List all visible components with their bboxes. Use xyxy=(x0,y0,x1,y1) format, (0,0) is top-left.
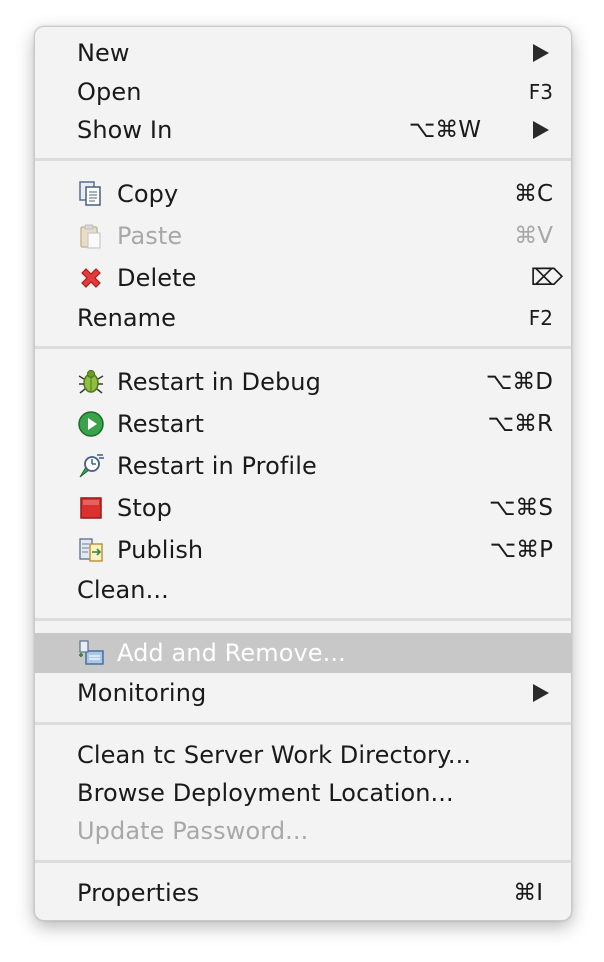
menu-item-publish[interactable]: Publish ⌥⌘P xyxy=(35,530,571,570)
shortcut-label: ⌘I xyxy=(513,880,543,906)
menu-separator xyxy=(35,860,571,863)
delete-icon xyxy=(77,264,105,292)
menu-item-label: Rename xyxy=(77,304,177,332)
menu-item-label: Paste xyxy=(117,222,183,250)
menu-item-paste: Paste ⌘V xyxy=(35,216,571,256)
menu-item-label: Browse Deployment Location... xyxy=(77,779,454,807)
menu-item-properties[interactable]: Properties ⌘I xyxy=(35,873,571,913)
menu-item-browse-deployment[interactable]: Browse Deployment Location... xyxy=(35,773,571,813)
debug-bug-icon xyxy=(77,368,105,396)
menu-item-label: New xyxy=(77,39,130,67)
copy-icon xyxy=(77,180,105,208)
submenu-arrow-icon xyxy=(533,684,549,702)
menu-item-label: Properties xyxy=(77,879,200,907)
menu-separator xyxy=(35,346,571,349)
menu-item-open[interactable]: Open F3 xyxy=(35,72,571,112)
menu-item-clean-tc-server[interactable]: Clean tc Server Work Directory... xyxy=(35,735,571,775)
shortcut-label: ⌦ xyxy=(530,265,563,291)
menu-item-label: Open xyxy=(77,78,142,106)
submenu-arrow-icon xyxy=(533,121,549,139)
menu-item-label: Show In xyxy=(77,116,173,144)
menu-item-new[interactable]: New xyxy=(35,33,571,73)
menu-item-show-in[interactable]: Show In ⌥⌘W xyxy=(35,110,571,150)
shortcut-label: ⌥⌘R xyxy=(487,411,554,437)
menu-item-label: Monitoring xyxy=(77,679,207,707)
shortcut-label: F2 xyxy=(528,306,553,330)
menu-item-monitoring[interactable]: Monitoring xyxy=(35,673,571,713)
profile-icon xyxy=(77,452,105,480)
menu-item-restart[interactable]: Restart ⌥⌘R xyxy=(35,404,571,444)
menu-item-add-and-remove[interactable]: Add and Remove... xyxy=(35,633,571,673)
paste-icon xyxy=(77,222,105,250)
menu-item-label: Clean tc Server Work Directory... xyxy=(77,741,472,769)
shortcut-label: ⌥⌘S xyxy=(488,495,553,521)
menu-item-label: Restart xyxy=(117,410,204,438)
menu-item-label: Copy xyxy=(117,180,179,208)
context-menu: New Open F3 Show In ⌥⌘W Copy ⌘C Paste ⌘V… xyxy=(34,26,572,921)
menu-item-update-password: Update Password... xyxy=(35,811,571,851)
menu-item-label: Update Password... xyxy=(77,817,309,845)
menu-item-label: Restart in Profile xyxy=(117,452,317,480)
menu-item-delete[interactable]: Delete ⌦ xyxy=(35,258,571,298)
menu-item-copy[interactable]: Copy ⌘C xyxy=(35,174,571,214)
menu-item-label: Publish xyxy=(117,536,204,564)
shortcut-label: ⌘C xyxy=(513,181,553,207)
shortcut-label: ⌥⌘W xyxy=(408,117,481,143)
menu-item-restart-profile[interactable]: Restart in Profile xyxy=(35,446,571,486)
menu-item-label: Stop xyxy=(117,494,172,522)
menu-item-label: Add and Remove... xyxy=(117,639,346,667)
menu-item-rename[interactable]: Rename F2 xyxy=(35,298,571,338)
shortcut-label: ⌘V xyxy=(514,223,553,249)
menu-item-restart-debug[interactable]: Restart in Debug ⌥⌘D xyxy=(35,362,571,402)
menu-item-label: Delete xyxy=(117,264,197,292)
menu-item-clean[interactable]: Clean... xyxy=(35,570,571,610)
run-play-icon xyxy=(77,410,105,438)
menu-item-label: Clean... xyxy=(77,576,169,604)
shortcut-label: F3 xyxy=(528,80,553,104)
menu-separator xyxy=(35,722,571,725)
shortcut-label: ⌥⌘P xyxy=(489,537,553,563)
shortcut-label: ⌥⌘D xyxy=(485,369,553,395)
add-remove-icon xyxy=(77,639,105,667)
menu-item-stop[interactable]: Stop ⌥⌘S xyxy=(35,488,571,528)
menu-separator xyxy=(35,158,571,161)
menu-separator xyxy=(35,618,571,621)
menu-item-label: Restart in Debug xyxy=(117,368,321,396)
stop-icon xyxy=(77,494,105,522)
submenu-arrow-icon xyxy=(533,44,549,62)
publish-icon xyxy=(77,536,105,564)
